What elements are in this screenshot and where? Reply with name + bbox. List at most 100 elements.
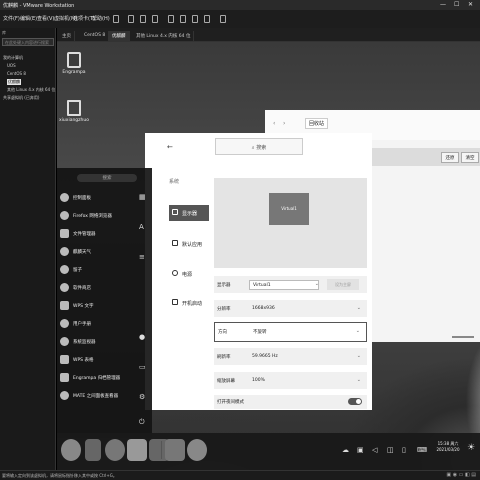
- power-toolbar-icon[interactable]: [113, 15, 119, 23]
- nav-power-label: 电源: [182, 272, 193, 278]
- tab-other-linux[interactable]: 其他 Linux 4.x 内核 64 位: [133, 31, 195, 41]
- maximize-button[interactable]: ☐: [454, 1, 459, 8]
- night-mode-toggle[interactable]: [348, 398, 362, 405]
- back-arrow-icon[interactable]: ←: [167, 143, 173, 151]
- menu-help[interactable]: 帮助(H): [92, 15, 110, 22]
- firefox-icon: [60, 211, 69, 220]
- network-icon[interactable]: ▣: [357, 446, 364, 454]
- weather-icon: [60, 247, 69, 256]
- nav-display[interactable]: 显示器: [169, 205, 209, 221]
- app-liuzi[interactable]: 留子: [57, 262, 145, 278]
- app-engrampa[interactable]: Engrampa 归档管理器: [57, 370, 145, 386]
- orientation-select[interactable]: 不旋转: [250, 327, 360, 337]
- sidebar-toggle-icon[interactable]: [168, 15, 174, 23]
- start-search-input[interactable]: 搜索: [77, 174, 137, 182]
- power-button-icon[interactable]: ⏻: [139, 418, 145, 427]
- restore-button[interactable]: 还原: [441, 152, 459, 163]
- monitor-app-icon: [60, 337, 69, 346]
- volume-icon[interactable]: ◁: [372, 446, 377, 454]
- clock[interactable]: 15:38 周六 2021/03/20: [434, 441, 462, 453]
- menu-file[interactable]: 文件(F): [3, 15, 20, 22]
- snapshot-manager-icon[interactable]: [152, 15, 158, 23]
- app-label: WPS 表格: [73, 358, 94, 363]
- firefox-taskbar-icon[interactable]: [105, 439, 125, 461]
- cloud-icon[interactable]: ☁: [342, 446, 349, 454]
- refresh-select[interactable]: 59.9665 Hz: [249, 352, 359, 362]
- app-user-manual[interactable]: 用户手册: [57, 316, 145, 332]
- minimize-button[interactable]: —: [440, 1, 446, 8]
- app-label: 控制面板: [73, 196, 91, 201]
- vm-tree-my-computer[interactable]: 我的计算机: [3, 55, 23, 61]
- display-select[interactable]: Virtual1: [249, 280, 319, 290]
- breadcrumb[interactable]: 回收站: [305, 118, 330, 129]
- vm-tree-ubuntukylin[interactable]: 优麒麟: [7, 79, 21, 85]
- multitask-icon[interactable]: [85, 439, 101, 461]
- app-generic-icon: [60, 265, 69, 274]
- trash-path[interactable]: 回收站: [305, 118, 329, 129]
- volume-slider[interactable]: [452, 336, 474, 338]
- nav-startup[interactable]: 开机启动: [169, 295, 209, 311]
- category-icon[interactable]: ≡: [139, 253, 145, 261]
- nav-power[interactable]: 电源: [169, 266, 209, 282]
- tab-home[interactable]: 主页: [59, 31, 75, 41]
- vm-tree-uos[interactable]: UOS: [7, 63, 16, 68]
- app-weather[interactable]: 麒麟天气: [57, 244, 145, 260]
- scale-select[interactable]: 100%: [249, 376, 359, 386]
- stretch-icon[interactable]: [220, 15, 226, 23]
- app-wps-writer[interactable]: WPS 文字: [57, 298, 145, 314]
- library-search-input[interactable]: 在此处键入内容进行搜索: [2, 38, 54, 46]
- tab-centos[interactable]: CentOS 8: [81, 31, 110, 41]
- menu-edit[interactable]: 编辑(E): [20, 15, 37, 22]
- file-manager-taskbar-icon[interactable]: [165, 439, 185, 461]
- app-software-store[interactable]: 软件商店: [57, 280, 145, 296]
- app-file-manager[interactable]: 文件管理器: [57, 226, 145, 242]
- settings-search-input[interactable]: ⌕ 搜索: [215, 138, 303, 155]
- desktop-icon-label: xiuxiangzhuo: [59, 118, 89, 123]
- device-status-icons[interactable]: ▣ ◉ ▭ ◧ ▤: [446, 472, 476, 478]
- tab-ubuntukylin[interactable]: 优麒麟: [109, 31, 130, 41]
- letter-a-icon[interactable]: A: [139, 223, 144, 231]
- battery-icon[interactable]: ▯: [402, 446, 406, 454]
- app-system-monitor[interactable]: 系统监视器: [57, 334, 145, 350]
- desktop-icon-label: Engrampa: [62, 70, 86, 75]
- thumbnail-icon[interactable]: [180, 15, 186, 23]
- settings-gear-icon[interactable]: ⚙: [139, 393, 145, 401]
- fullscreen-icon[interactable]: [204, 15, 210, 23]
- wps-taskbar-icon[interactable]: [127, 439, 147, 461]
- empty-trash-button[interactable]: 清空: [461, 152, 479, 163]
- grid-icon[interactable]: ▦: [139, 193, 146, 201]
- control-panel-icon: [60, 193, 69, 202]
- user-icon[interactable]: ●: [139, 333, 145, 341]
- monitor-virtual1[interactable]: Virtual1: [269, 193, 309, 225]
- close-button[interactable]: ✕: [468, 1, 473, 8]
- row-resolution: 分辨率 1668x936 ⌄: [214, 300, 367, 318]
- snapshot-icon[interactable]: [128, 15, 134, 23]
- vm-tree-shared[interactable]: 共享虚拟机 (已弃用): [3, 95, 39, 101]
- forward-icon[interactable]: ›: [283, 120, 285, 127]
- revert-snapshot-icon[interactable]: [140, 15, 146, 23]
- console-icon[interactable]: [192, 15, 198, 23]
- app-control-panel[interactable]: 控制面板: [57, 190, 145, 206]
- app-firefox[interactable]: Firefox 网络浏览器: [57, 208, 145, 224]
- keyboard-icon[interactable]: ⌨: [417, 446, 427, 454]
- desktop-icon-engrampa[interactable]: Engrampa: [59, 52, 89, 75]
- theme-toggle-icon[interactable]: ☀: [467, 443, 475, 453]
- app-wps-sheets[interactable]: WPS 表格: [57, 352, 145, 368]
- settings-taskbar-icon[interactable]: [187, 439, 207, 461]
- vm-tree-centos[interactable]: CentOS 8: [7, 71, 26, 76]
- power-icon: [172, 270, 178, 276]
- resolution-select[interactable]: 1668x936: [249, 304, 359, 314]
- status-text: 要将输入定向到该虚拟机，请将鼠标指针移入其中或按 Ctrl+G。: [2, 473, 117, 478]
- start-button-icon[interactable]: [61, 439, 81, 461]
- vm-tree-other-linux[interactable]: 其他 Linux 4.x 内核 64 位: [7, 87, 55, 93]
- start-menu-rail: ▦ A ≡ ● ▭ ⚙ ⏻: [137, 193, 152, 438]
- archive-icon: [67, 52, 81, 68]
- set-primary-button[interactable]: 设为主屏: [327, 279, 359, 290]
- menu-view[interactable]: 查看(V): [37, 15, 54, 22]
- nav-default-apps[interactable]: 默认应用: [169, 236, 209, 252]
- desktop-icon-home[interactable]: xiuxiangzhuo: [59, 100, 89, 123]
- back-icon[interactable]: ‹: [273, 120, 275, 127]
- app-mate-viewer[interactable]: MATE 之间面板查看器: [57, 388, 145, 404]
- computer-icon[interactable]: ▭: [139, 363, 146, 371]
- notification-icon[interactable]: ◫: [387, 446, 394, 454]
